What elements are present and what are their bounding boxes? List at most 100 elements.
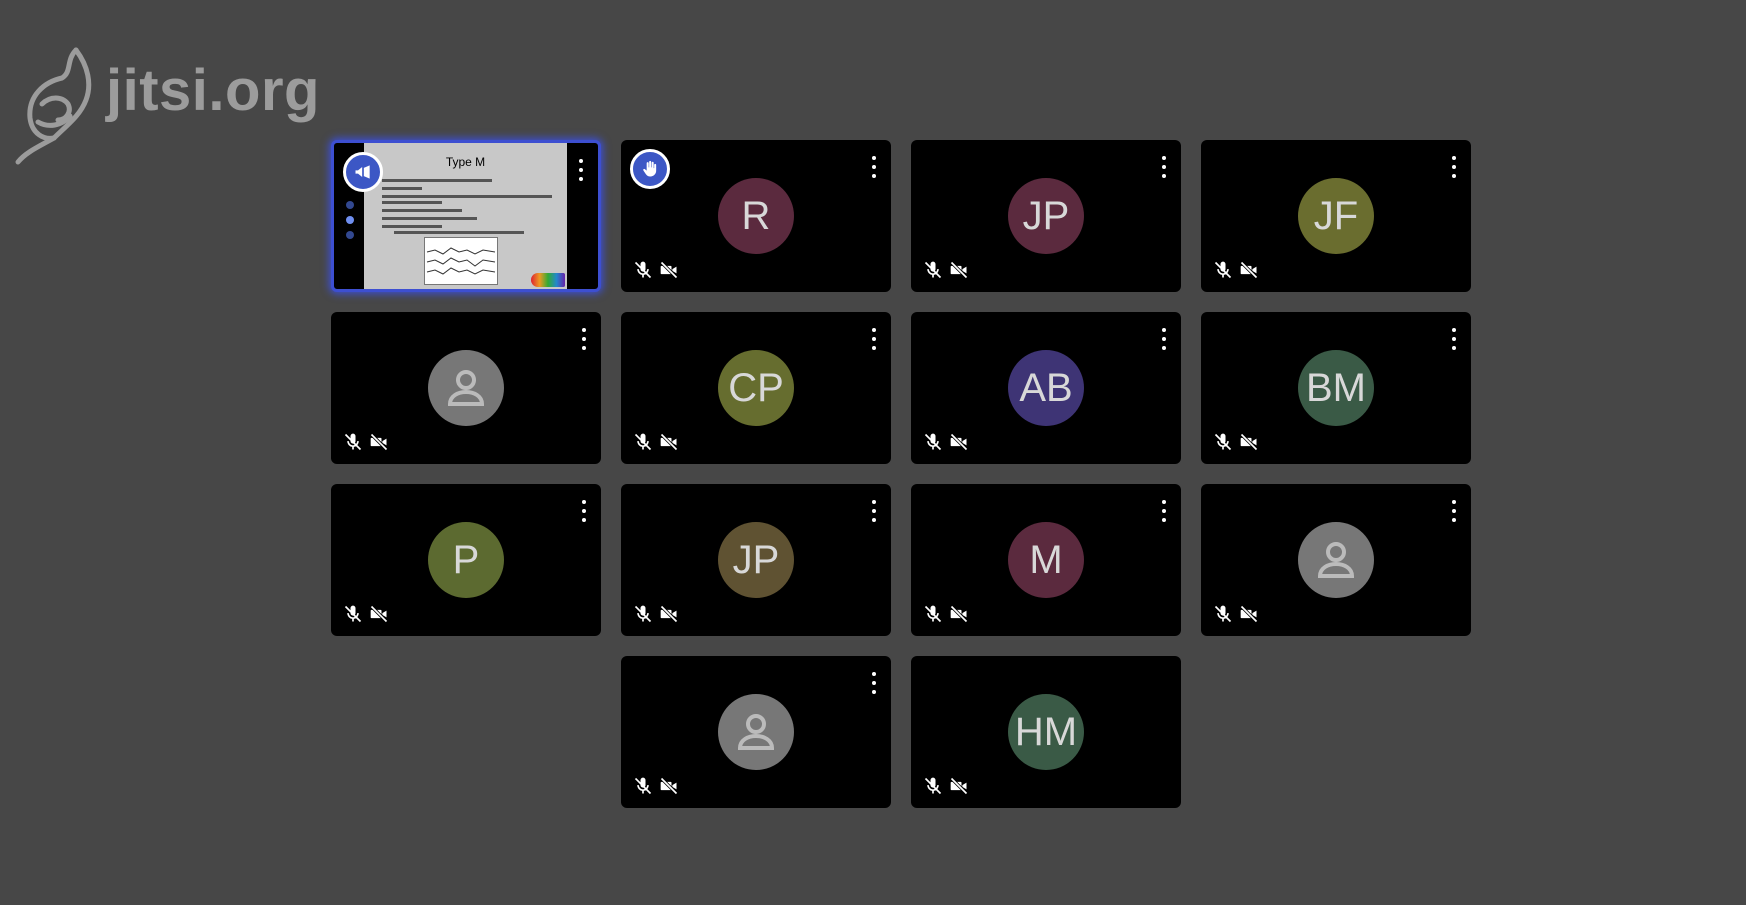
slide-text-line bbox=[382, 187, 422, 190]
camera-off-icon bbox=[660, 777, 678, 795]
slide-progress-dots bbox=[346, 201, 354, 239]
tile-status-icons bbox=[1213, 432, 1259, 452]
camera-off-icon bbox=[1240, 605, 1258, 623]
tile-status-icons bbox=[343, 432, 389, 452]
camera-off-icon bbox=[370, 433, 388, 451]
participant-tile[interactable] bbox=[621, 656, 891, 808]
mic-muted-icon bbox=[634, 433, 652, 451]
raised-hand-icon bbox=[643, 160, 657, 177]
participant-tile[interactable]: JP bbox=[911, 140, 1181, 292]
mic-muted-icon bbox=[924, 605, 942, 623]
mic-muted-icon bbox=[924, 261, 942, 279]
participant-tile[interactable]: CP bbox=[621, 312, 891, 464]
shared-slide: Type M bbox=[364, 143, 567, 289]
megaphone-icon bbox=[355, 165, 370, 179]
slide-text-line bbox=[382, 217, 477, 220]
tile-menu-button[interactable] bbox=[1159, 500, 1169, 522]
camera-off-icon bbox=[370, 605, 388, 623]
participant-avatar: JP bbox=[718, 522, 794, 598]
tile-status-icons bbox=[633, 432, 679, 452]
camera-off-icon bbox=[660, 261, 678, 279]
mic-muted-icon bbox=[1214, 433, 1232, 451]
participant-tile[interactable]: P bbox=[331, 484, 601, 636]
user-icon bbox=[737, 714, 775, 750]
participant-avatar: JF bbox=[1298, 178, 1374, 254]
tile-menu-button[interactable] bbox=[1449, 156, 1459, 178]
tile-menu-button[interactable] bbox=[579, 500, 589, 522]
camera-off-icon bbox=[1240, 433, 1258, 451]
camera-off-icon bbox=[660, 433, 678, 451]
camera-off-icon bbox=[660, 605, 678, 623]
camera-off-icon bbox=[950, 605, 968, 623]
participant-tile[interactable]: JP bbox=[621, 484, 891, 636]
participant-avatar: BM bbox=[1298, 350, 1374, 426]
dominant-speaker-badge bbox=[343, 152, 383, 192]
default-avatar bbox=[428, 350, 504, 426]
mic-muted-icon bbox=[924, 433, 942, 451]
participant-avatar: R bbox=[718, 178, 794, 254]
tile-status-icons bbox=[633, 260, 679, 280]
video-grid: Type M R JP JF CP AB BM P JP M HM bbox=[0, 0, 1746, 905]
participant-tile[interactable]: JF bbox=[1201, 140, 1471, 292]
tile-status-icons bbox=[1213, 604, 1259, 624]
user-icon bbox=[1317, 542, 1355, 578]
slide-text-line bbox=[394, 231, 524, 234]
tile-menu-button[interactable] bbox=[869, 500, 879, 522]
camera-off-icon bbox=[950, 261, 968, 279]
tile-menu-button[interactable] bbox=[869, 672, 879, 694]
mic-muted-icon bbox=[634, 777, 652, 795]
tile-status-icons bbox=[343, 604, 389, 624]
camera-off-icon bbox=[1240, 261, 1258, 279]
mic-muted-icon bbox=[634, 605, 652, 623]
tile-status-icons bbox=[1213, 260, 1259, 280]
tile-menu-button[interactable] bbox=[869, 328, 879, 350]
tile-menu-button[interactable] bbox=[1449, 500, 1459, 522]
mic-muted-icon bbox=[1214, 261, 1232, 279]
mic-muted-icon bbox=[1214, 605, 1232, 623]
participant-tile[interactable]: BM bbox=[1201, 312, 1471, 464]
user-icon bbox=[447, 370, 485, 406]
slide-text-line bbox=[382, 225, 442, 228]
tile-menu-button[interactable] bbox=[579, 328, 589, 350]
mic-muted-icon bbox=[344, 433, 362, 451]
tile-status-icons bbox=[923, 604, 969, 624]
slide-graph bbox=[424, 237, 498, 285]
tile-menu-button[interactable] bbox=[1449, 328, 1459, 350]
participant-tile[interactable]: HM bbox=[911, 656, 1181, 808]
camera-off-icon bbox=[950, 433, 968, 451]
mic-muted-icon bbox=[924, 777, 942, 795]
participant-tile[interactable] bbox=[331, 312, 601, 464]
tile-menu-button[interactable] bbox=[869, 156, 879, 178]
tile-menu-button[interactable] bbox=[1159, 156, 1169, 178]
slide-text-line bbox=[382, 195, 552, 198]
slide-text-line bbox=[382, 179, 492, 182]
mic-muted-icon bbox=[634, 261, 652, 279]
participant-avatar: P bbox=[428, 522, 504, 598]
default-avatar bbox=[1298, 522, 1374, 598]
slide-text-line bbox=[382, 209, 462, 212]
participant-avatar: JP bbox=[1008, 178, 1084, 254]
participant-tile-screen-share[interactable]: Type M bbox=[331, 140, 601, 292]
participant-avatar: HM bbox=[1008, 694, 1084, 770]
slide-logo bbox=[531, 273, 565, 287]
participant-tile[interactable]: AB bbox=[911, 312, 1181, 464]
tile-status-icons bbox=[923, 260, 969, 280]
participant-avatar: M bbox=[1008, 522, 1084, 598]
tile-status-icons bbox=[633, 776, 679, 796]
participant-tile[interactable]: M bbox=[911, 484, 1181, 636]
participant-avatar: AB bbox=[1008, 350, 1084, 426]
tile-menu-button[interactable] bbox=[1159, 328, 1169, 350]
camera-off-icon bbox=[950, 777, 968, 795]
participant-avatar: CP bbox=[718, 350, 794, 426]
mic-muted-icon bbox=[344, 605, 362, 623]
default-avatar bbox=[718, 694, 794, 770]
slide-text-line bbox=[382, 201, 442, 204]
participant-tile[interactable] bbox=[1201, 484, 1471, 636]
raised-hand-badge bbox=[630, 149, 670, 189]
tile-status-icons bbox=[923, 776, 969, 796]
participant-tile[interactable]: R bbox=[621, 140, 891, 292]
tile-menu-button[interactable] bbox=[576, 159, 586, 181]
tile-status-icons bbox=[923, 432, 969, 452]
tile-status-icons bbox=[633, 604, 679, 624]
slide-title: Type M bbox=[445, 155, 486, 169]
